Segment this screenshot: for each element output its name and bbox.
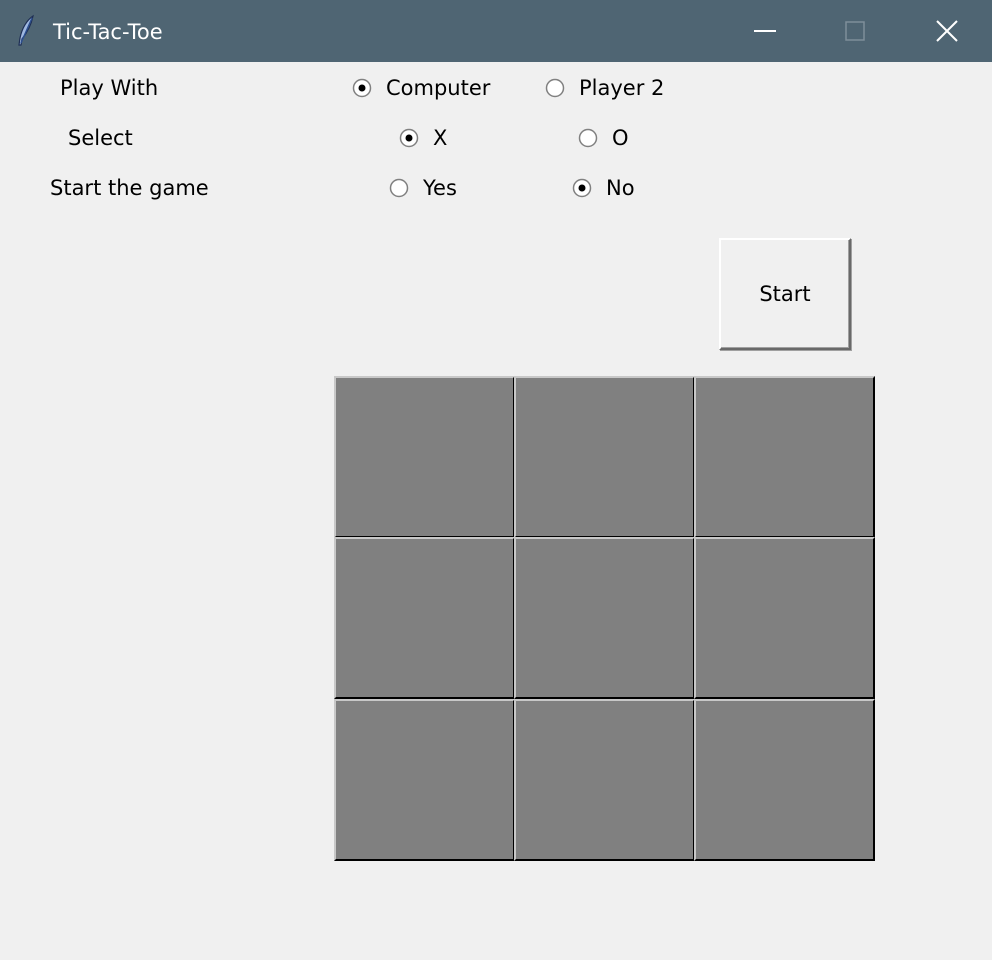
radio-computer-label: Computer <box>386 76 491 100</box>
radio-selected-icon <box>399 128 419 148</box>
play-with-label: Play With <box>60 76 159 100</box>
start-button[interactable]: Start <box>719 238 851 350</box>
board-cell-9[interactable] <box>694 699 875 861</box>
close-button[interactable] <box>902 0 992 62</box>
board-cell-4[interactable] <box>334 537 515 699</box>
radio-o[interactable]: O <box>578 125 629 151</box>
close-icon <box>936 20 958 42</box>
maximize-button[interactable] <box>810 0 900 62</box>
feather-icon <box>18 14 34 46</box>
radio-yes[interactable]: Yes <box>389 175 457 201</box>
radio-x-label: X <box>433 126 448 150</box>
radio-o-label: O <box>612 126 629 150</box>
window-title: Tic-Tac-Toe <box>53 20 163 44</box>
radio-yes-label: Yes <box>423 176 457 200</box>
start-the-game-label: Start the game <box>50 176 209 200</box>
radio-selected-icon <box>352 78 372 98</box>
radio-player-2-label: Player 2 <box>579 76 665 100</box>
board-cell-8[interactable] <box>514 699 695 861</box>
board-cell-6[interactable] <box>694 537 875 699</box>
tic-tac-toe-window: Tic-Tac-Toe Play With Computer Player 2 … <box>0 0 992 960</box>
radio-x[interactable]: X <box>399 125 447 151</box>
radio-player-2[interactable]: Player 2 <box>545 75 664 101</box>
board-cell-7[interactable] <box>334 699 515 861</box>
board-cell-2[interactable] <box>514 376 695 538</box>
radio-no[interactable]: No <box>572 175 635 201</box>
game-board <box>334 376 876 862</box>
board-cell-3[interactable] <box>694 376 875 538</box>
radio-selected-icon <box>572 178 592 198</box>
minimize-button[interactable] <box>720 0 810 62</box>
radio-no-label: No <box>606 176 635 200</box>
board-cell-1[interactable] <box>334 376 515 538</box>
radio-computer[interactable]: Computer <box>352 75 490 101</box>
radio-unselected-icon <box>389 178 409 198</box>
minimize-icon <box>754 30 776 32</box>
radio-unselected-icon <box>545 78 565 98</box>
radio-unselected-icon <box>578 128 598 148</box>
board-cell-5[interactable] <box>514 537 695 699</box>
maximize-icon <box>845 21 865 41</box>
select-label: Select <box>68 126 133 150</box>
title-bar: Tic-Tac-Toe <box>0 0 992 62</box>
